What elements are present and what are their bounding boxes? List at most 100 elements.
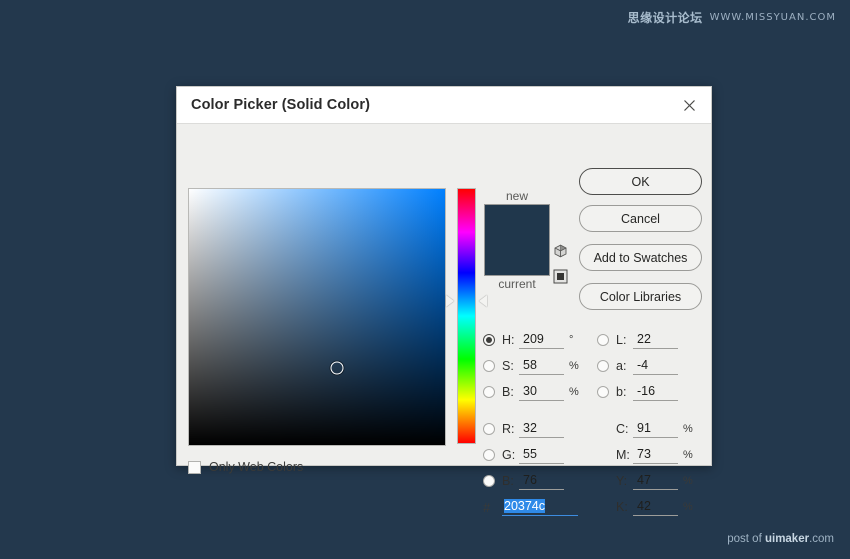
- input-l[interactable]: [633, 331, 678, 349]
- field-s[interactable]: S: %: [483, 357, 597, 375]
- field-row-h-l: H: ° L:: [483, 327, 703, 353]
- label-c: C:: [616, 422, 629, 436]
- hue-marker-left[interactable]: [446, 294, 454, 307]
- radio-s[interactable]: [483, 360, 495, 372]
- unit-y: %: [683, 475, 693, 487]
- field-c[interactable]: C: %: [597, 420, 703, 438]
- preview-new-swatch[interactable]: [485, 205, 549, 240]
- watermark-bottom-suffix: .com: [809, 533, 834, 545]
- input-c[interactable]: [633, 420, 678, 438]
- warning-icons: [553, 244, 571, 294]
- hue-slider[interactable]: [446, 188, 487, 444]
- field-row-r-c: R: C: %: [483, 416, 703, 442]
- unit-m: %: [683, 449, 693, 461]
- label-h: H:: [502, 333, 515, 347]
- unit-h: °: [569, 334, 574, 346]
- unit-s: %: [569, 360, 579, 372]
- square-icon[interactable]: [553, 269, 571, 289]
- dialog-buttons: OK Cancel Add to Swatches Color Librarie…: [579, 168, 702, 320]
- field-row-b-y: B: Y: %: [483, 468, 703, 494]
- color-value-fields: H: ° L: S: %: [483, 327, 703, 520]
- label-m: M:: [616, 448, 630, 462]
- label-l: L:: [616, 333, 627, 347]
- color-picker-dialog: Color Picker (Solid Color) new current O…: [176, 86, 712, 516]
- dialog-titlebar: Color Picker (Solid Color): [177, 87, 711, 124]
- input-r[interactable]: [519, 420, 564, 438]
- field-row-hex-k: # K: %: [483, 494, 703, 520]
- input-lab-b[interactable]: [633, 383, 678, 401]
- ok-button[interactable]: OK: [579, 168, 702, 195]
- label-blue: B:: [502, 474, 514, 488]
- input-h[interactable]: [519, 331, 564, 349]
- input-a[interactable]: [633, 357, 678, 375]
- watermark-top-en: WWW.MISSYUAN.COM: [709, 12, 836, 23]
- field-blue[interactable]: B:: [483, 472, 597, 490]
- field-y[interactable]: Y: %: [597, 472, 703, 490]
- saturation-brightness-field[interactable]: [188, 188, 446, 446]
- input-blue[interactable]: [519, 472, 564, 490]
- hue-marker-right[interactable]: [479, 294, 487, 307]
- field-g[interactable]: G:: [483, 446, 597, 464]
- field-brightness[interactable]: B: %: [483, 383, 597, 401]
- label-y: Y:: [616, 474, 628, 488]
- cancel-button[interactable]: Cancel: [579, 205, 702, 232]
- watermark-bottom: post of uimaker.com: [727, 533, 834, 545]
- radio-a[interactable]: [597, 360, 609, 372]
- watermark-top: 思缘设计论坛 WWW.MISSYUAN.COM: [628, 9, 836, 26]
- color-preview: new current: [484, 188, 550, 292]
- color-libraries-button[interactable]: Color Libraries: [579, 283, 702, 310]
- sb-gradient: [189, 189, 445, 445]
- field-hex[interactable]: #: [483, 498, 597, 516]
- field-l[interactable]: L:: [597, 331, 703, 349]
- input-y[interactable]: [633, 472, 678, 490]
- radio-l[interactable]: [597, 334, 609, 346]
- label-a: a:: [616, 359, 627, 373]
- add-to-swatches-button[interactable]: Add to Swatches: [579, 244, 702, 271]
- preview-current-label: current: [498, 277, 536, 291]
- input-brightness[interactable]: [519, 383, 564, 401]
- unit-brightness: %: [569, 386, 579, 398]
- field-group-spacer: [483, 405, 703, 416]
- field-m[interactable]: M: %: [597, 446, 703, 464]
- cube-icon[interactable]: [553, 244, 571, 264]
- radio-r[interactable]: [483, 423, 495, 435]
- input-s[interactable]: [519, 357, 564, 375]
- radio-blue[interactable]: [483, 475, 495, 487]
- field-h[interactable]: H: °: [483, 331, 597, 349]
- input-hex[interactable]: [502, 498, 578, 516]
- field-row-s-a: S: % a:: [483, 353, 703, 379]
- label-k: K:: [616, 500, 628, 514]
- dialog-body: new current Only Web Colors H: 209 ° L: …: [177, 124, 711, 516]
- field-k[interactable]: K: %: [597, 498, 703, 516]
- radio-brightness[interactable]: [483, 386, 495, 398]
- input-g[interactable]: [519, 446, 564, 464]
- preview-swatch-stack: [484, 204, 550, 276]
- radio-lab-b[interactable]: [597, 386, 609, 398]
- label-brightness: B:: [502, 385, 514, 399]
- field-r[interactable]: R:: [483, 420, 597, 438]
- watermark-top-cn: 思缘设计论坛: [627, 11, 703, 25]
- only-web-colors-checkbox[interactable]: Only Web Colors: [188, 460, 303, 474]
- field-a[interactable]: a:: [597, 357, 703, 375]
- input-k[interactable]: [633, 498, 678, 516]
- only-web-colors-box[interactable]: [188, 460, 201, 474]
- hex-symbol: #: [483, 499, 491, 515]
- dialog-title: Color Picker (Solid Color): [191, 97, 371, 113]
- input-m[interactable]: [633, 446, 678, 464]
- watermark-bottom-brand: uimaker: [764, 533, 810, 545]
- only-web-colors-label: Only Web Colors: [209, 460, 304, 474]
- unit-k: %: [683, 501, 693, 513]
- radio-g[interactable]: [483, 449, 495, 461]
- watermark-bottom-prefix: post of: [727, 533, 765, 545]
- radio-h[interactable]: [483, 334, 495, 346]
- field-row-g-m: G: M: %: [483, 442, 703, 468]
- hue-gradient: [457, 188, 476, 444]
- preview-new-label: new: [505, 189, 528, 203]
- close-icon[interactable]: [678, 94, 700, 116]
- label-r: R:: [502, 422, 515, 436]
- preview-current-swatch[interactable]: [485, 240, 549, 275]
- label-g: G:: [502, 448, 516, 462]
- label-s: S:: [502, 359, 514, 373]
- label-lab-b: b:: [616, 385, 627, 399]
- field-lab-b[interactable]: b:: [597, 383, 703, 401]
